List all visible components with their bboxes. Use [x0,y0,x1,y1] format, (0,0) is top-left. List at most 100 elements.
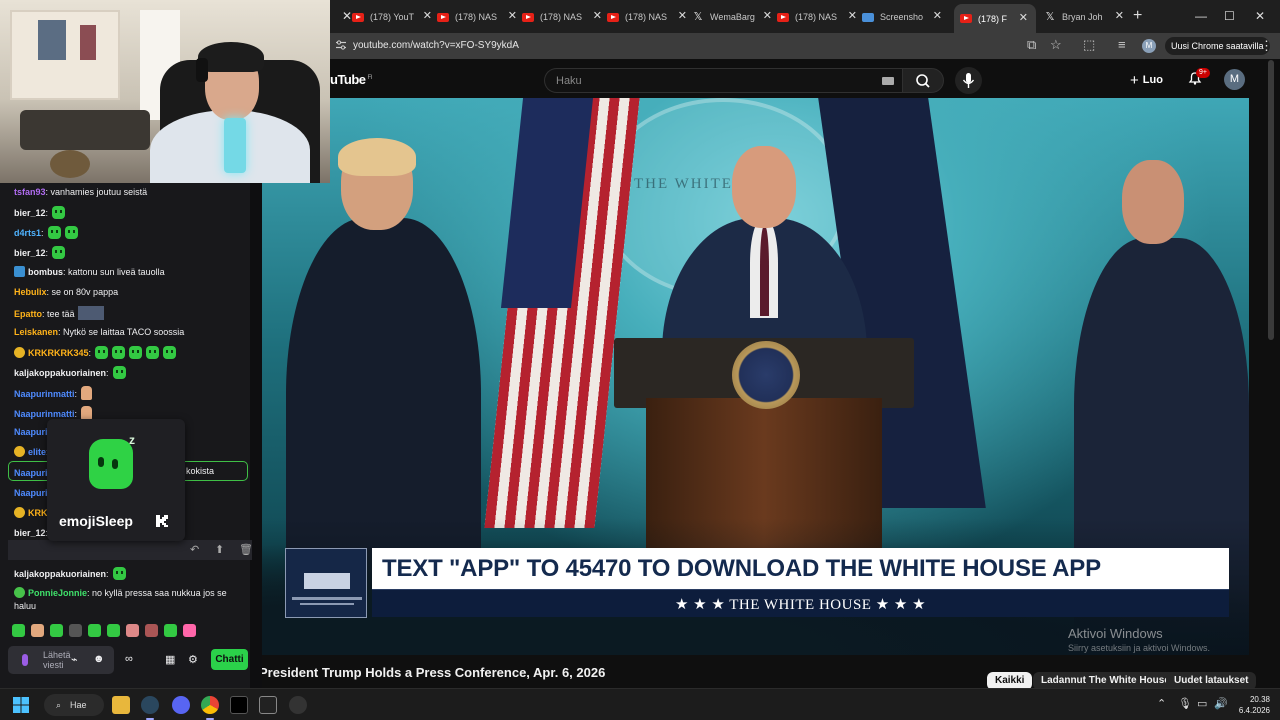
chat-message[interactable]: elite: [14,446,49,458]
chat-scrollbar[interactable] [250,183,262,688]
emote-command-icon[interactable]: ⌁ [71,653,78,666]
update-chrome-button[interactable]: Uusi Chrome saatavilla [1165,37,1270,55]
browser-tab[interactable]: (178) NAS ✕ [777,6,857,28]
voice-search-button[interactable] [955,67,982,94]
install-app-icon[interactable]: ⧉ [1027,38,1036,52]
chat-username[interactable]: Hebulix [14,287,47,297]
media-controls-icon[interactable]: ≡ [1118,38,1126,52]
chat-message[interactable]: Naapuri: [14,487,50,499]
minimize-button[interactable]: — [1195,9,1207,23]
maximize-button[interactable]: ☐ [1224,9,1235,23]
chat-message[interactable]: kaljakoppakuoriainen: [14,567,126,580]
browser-tab[interactable]: (178) NAS ✕ [607,6,687,28]
chat-username[interactable]: Naapurinmatti [14,389,75,399]
green-emote-icon[interactable] [163,346,177,359]
store-icon[interactable]: ▦ [165,653,175,666]
chat-image-emote[interactable] [77,306,104,320]
windows-start-icon[interactable] [13,697,29,713]
chat-username[interactable]: bier_12 [14,248,46,258]
chat-username[interactable]: d4rts1 [14,228,41,238]
green-emote-icon[interactable] [129,346,143,359]
search-field[interactable]: Haku [544,68,902,93]
tray-emote-icon[interactable] [69,624,82,637]
chat-username[interactable]: KRK [28,508,48,518]
chat-message[interactable]: Epatto: tee tää [14,306,104,320]
extensions-icon[interactable]: ⬚ [1083,38,1095,52]
tray-emote-icon[interactable] [145,624,158,637]
search-button[interactable] [902,68,944,93]
chat-username[interactable]: bier_12 [14,208,46,218]
browser-tab[interactable]: (178) NAS ✕ [522,6,602,28]
tab-close-icon[interactable]: ✕ [678,10,687,22]
chat-username[interactable]: Epatto [14,309,42,319]
channel-points-icon[interactable]: ∞ [125,653,133,665]
chat-username[interactable]: kaljakoppakuoriainen [14,569,106,579]
tab-close-icon[interactable]: ✕ [423,10,432,22]
tray-emote-icon[interactable] [164,624,177,637]
chat-message[interactable]: bier_12: [14,246,66,259]
tray-emote-icon[interactable] [31,624,44,637]
chat-message[interactable]: KRKRKRK345: [14,346,177,359]
create-button[interactable]: + Luo [1130,72,1163,89]
chat-username[interactable]: Naapuri [14,427,48,437]
profile-avatar[interactable]: M [1142,39,1156,53]
tab-close-icon[interactable]: ✕ [342,9,352,23]
chat-username[interactable]: kaljakoppakuoriainen [14,368,106,378]
chat-message[interactable]: bombus: kattonu sun liveä tauolla [14,266,165,278]
green-emote-icon[interactable] [64,226,78,239]
tray-overflow-icon[interactable]: ⌃ [1157,697,1166,710]
green-emote-icon[interactable] [146,346,160,359]
green-emote-icon[interactable] [95,346,109,359]
chat-username[interactable]: Naapurinmatti [14,409,75,419]
green-emote-icon[interactable] [112,567,126,580]
emote-tray[interactable] [12,624,202,637]
chat-send-button[interactable]: Chatti [211,649,248,670]
chat-message[interactable]: Hebulix: se on 80v pappa [14,286,118,298]
chat-username[interactable]: Naapuri [14,488,48,498]
microphone-tray-icon[interactable]: 🎙 [1178,697,1192,710]
browser-tab[interactable]: (178) F ✕ [954,4,1036,33]
tab-close-icon[interactable]: ✕ [1115,10,1124,22]
tray-emote-icon[interactable] [50,624,63,637]
chat-message[interactable]: kaljakoppakuoriainen: [14,366,126,379]
chat-username[interactable]: Leiskanen [14,327,58,337]
page-scrollbar[interactable] [1268,60,1274,340]
chat-message[interactable]: bier_12: [14,206,66,219]
chat-message[interactable]: Leiskanen: Nytkö se laittaa TACO soossia [14,326,184,338]
tab-close-icon[interactable]: ✕ [848,10,857,22]
volume-icon[interactable]: 🔊 [1214,697,1228,710]
tab-close-icon[interactable]: ✕ [933,10,942,22]
file-explorer-icon[interactable] [112,696,130,714]
tray-emote-icon[interactable] [183,624,196,637]
tray-emote-icon[interactable] [88,624,101,637]
browser-tab[interactable]: Screensho ✕ [862,6,942,28]
chat-username[interactable]: bombus [28,267,63,277]
voice-icon[interactable] [22,654,28,666]
taskbar-search[interactable]: ⌕ Hae [44,694,104,716]
chat-username[interactable]: tsfan93 [14,187,46,197]
browser-tab[interactable]: (178) YouT ✕ [352,6,432,28]
network-icon[interactable]: ▭ [1197,697,1207,710]
tab-close-icon[interactable]: ✕ [508,10,517,22]
chat-message[interactable]: Naapuri: [14,426,50,438]
tray-emote-icon[interactable] [107,624,120,637]
chrome-menu-icon[interactable]: ⋮ [1260,38,1273,54]
chat-username[interactable]: KRKRKRK345 [28,348,89,358]
keyboard-icon[interactable] [882,77,894,85]
chat-message[interactable]: KRK: [14,507,50,519]
green-emote-icon[interactable] [112,346,126,359]
site-info-icon[interactable] [336,40,346,50]
steam-icon[interactable] [141,696,159,714]
terminal-icon[interactable] [259,696,277,714]
green-emote-icon[interactable] [52,246,66,259]
reply-icon[interactable]: ↶ [190,543,199,556]
chat-message[interactable]: Naapurinmatti: [14,386,93,400]
chat-message[interactable]: PonnieJonnie: no kyllä pressa saa nukkua… [14,587,227,599]
chrome-icon[interactable] [201,696,219,714]
discord-icon[interactable] [172,696,190,714]
obs-icon[interactable] [289,696,307,714]
green-emote-icon[interactable] [52,206,66,219]
tray-emote-icon[interactable] [126,624,139,637]
tray-emote-icon[interactable] [12,624,25,637]
youtube-logo[interactable]: uTube FI [330,72,372,87]
